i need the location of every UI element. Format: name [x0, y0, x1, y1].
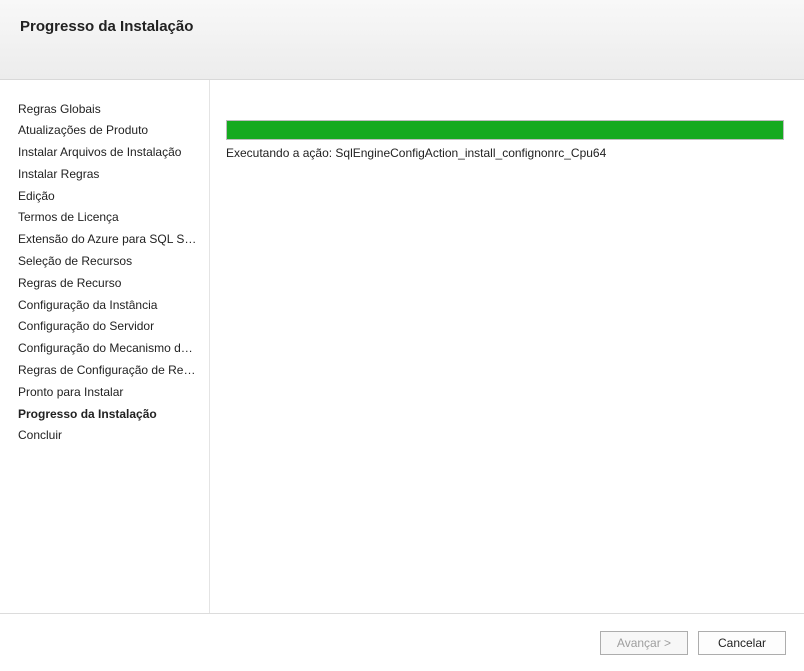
sidebar-item-label: Extensão do Azure para SQL Ser…	[18, 232, 207, 246]
sidebar-item-label: Configuração do Servidor	[18, 319, 154, 333]
sidebar-item-label: Regras de Configuração de Rec…	[18, 363, 201, 377]
sidebar-item-label: Progresso da Instalação	[18, 407, 157, 421]
content-area: Regras Globais Atualizações de Produto I…	[0, 80, 804, 613]
progress-bar-fill	[227, 121, 783, 139]
page-title: Progresso da Instalação	[20, 18, 784, 35]
sidebar-item-license-terms[interactable]: Termos de Licença	[18, 207, 209, 229]
sidebar-item-global-rules[interactable]: Regras Globais	[18, 98, 209, 120]
sidebar-item-label: Regras Globais	[18, 102, 101, 116]
main-panel: Executando a ação: SqlEngineConfigAction…	[210, 80, 804, 613]
sidebar-item-label: Concluir	[18, 428, 62, 442]
sidebar-item-label: Configuração da Instância	[18, 298, 157, 312]
sidebar-item-label: Instalar Regras	[18, 167, 99, 181]
progress-status-text: Executando a ação: SqlEngineConfigAction…	[226, 146, 784, 160]
wizard-footer: Avançar > Cancelar	[0, 613, 804, 671]
sidebar-item-label: Termos de Licença	[18, 210, 119, 224]
sidebar-item-ready-install[interactable]: Pronto para Instalar	[18, 381, 209, 403]
progress-bar	[226, 120, 784, 140]
sidebar-item-server-config[interactable]: Configuração do Servidor	[18, 316, 209, 338]
sidebar-item-label: Instalar Arquivos de Instalação	[18, 145, 181, 159]
next-button[interactable]: Avançar >	[600, 631, 688, 655]
sidebar-item-azure-extension[interactable]: Extensão do Azure para SQL Ser…	[18, 229, 209, 251]
sidebar-item-label: Configuração do Mecanismo d…	[18, 341, 193, 355]
sidebar-item-label: Regras de Recurso	[18, 276, 121, 290]
wizard-header: Progresso da Instalação	[0, 0, 804, 80]
sidebar-item-edition[interactable]: Edição	[18, 185, 209, 207]
sidebar-item-product-updates[interactable]: Atualizações de Produto	[18, 120, 209, 142]
sidebar-item-instance-config[interactable]: Configuração da Instância	[18, 294, 209, 316]
sidebar-item-feature-config-rules[interactable]: Regras de Configuração de Rec…	[18, 360, 209, 382]
sidebar-item-label: Seleção de Recursos	[18, 254, 132, 268]
sidebar-item-feature-rules[interactable]: Regras de Recurso	[18, 272, 209, 294]
wizard-steps-sidebar: Regras Globais Atualizações de Produto I…	[0, 80, 210, 613]
sidebar-item-feature-selection[interactable]: Seleção de Recursos	[18, 251, 209, 273]
sidebar-item-label: Atualizações de Produto	[18, 123, 148, 137]
sidebar-item-install-rules[interactable]: Instalar Regras	[18, 163, 209, 185]
sidebar-item-label: Pronto para Instalar	[18, 385, 123, 399]
sidebar-item-complete[interactable]: Concluir	[18, 425, 209, 447]
sidebar-item-label: Edição	[18, 189, 55, 203]
progress-wrapper: Executando a ação: SqlEngineConfigAction…	[226, 120, 784, 160]
sidebar-item-install-setup-files[interactable]: Instalar Arquivos de Instalação	[18, 142, 209, 164]
cancel-button[interactable]: Cancelar	[698, 631, 786, 655]
sidebar-item-install-progress[interactable]: Progresso da Instalação	[18, 403, 209, 425]
sidebar-item-engine-config[interactable]: Configuração do Mecanismo d…	[18, 338, 209, 360]
